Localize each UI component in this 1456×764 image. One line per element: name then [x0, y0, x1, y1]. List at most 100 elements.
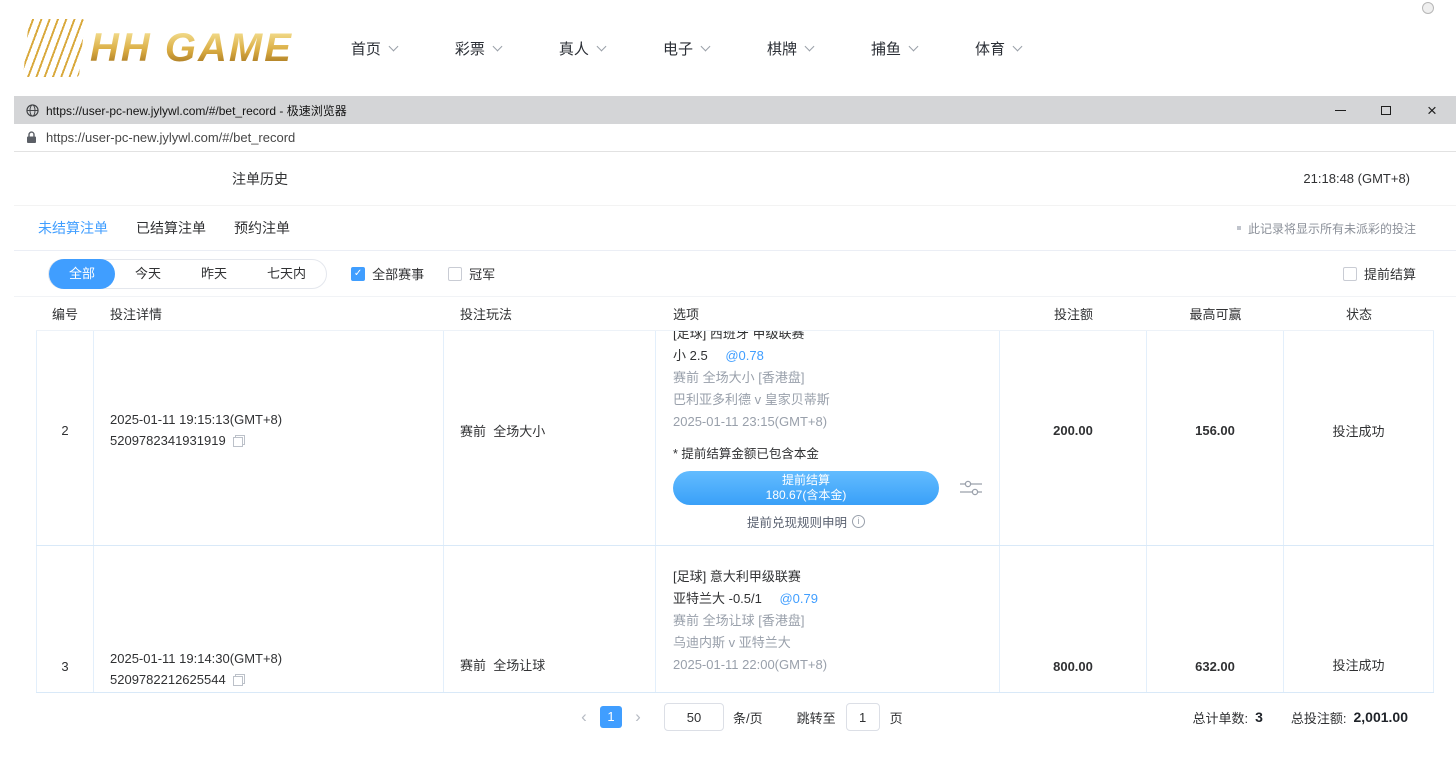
nav-item-cards[interactable]: 棋牌 [767, 38, 813, 59]
nav-item-fishing[interactable]: 捕鱼 [871, 38, 917, 59]
site-header: HH GAME 首页 彩票 真人 电子 棋牌 [0, 0, 1456, 96]
cell-option: [足球] 意大利甲级联赛 亚特兰大 -0.5/1 @0.79 赛前 全场让球 [… [656, 546, 1000, 692]
play-type: 赛前 全场大小 [460, 421, 655, 440]
filter-pill-today[interactable]: 今天 [115, 260, 181, 288]
next-page-button[interactable]: › [630, 707, 646, 727]
globe-icon [26, 104, 39, 117]
header-maxwin: 最高可赢 [1147, 304, 1284, 323]
nav-item-label: 体育 [975, 38, 1005, 59]
cashout-settings-icon[interactable] [959, 479, 983, 497]
address-url: https://user-pc-new.jylywl.com/#/bet_rec… [46, 130, 295, 145]
checkbox-label: 冠军 [469, 264, 495, 283]
info-icon: i [852, 515, 865, 528]
tab-reserved[interactable]: 预约注单 [234, 218, 290, 238]
status-badge: 投注成功 [1332, 655, 1384, 674]
filter-pill-all[interactable]: 全部 [49, 259, 115, 289]
cashout-button-title: 提前结算 [782, 473, 830, 488]
nav-item-label: 捕鱼 [871, 38, 901, 59]
close-button[interactable]: × [1424, 102, 1440, 118]
tab-unsettled[interactable]: 未结算注单 [38, 218, 108, 238]
page-unit-label: 页 [890, 708, 903, 727]
checkbox-label: 全部赛事 [372, 264, 424, 283]
cashout-button[interactable]: 提前结算 180.67(含本金) [673, 471, 939, 505]
nav-item-live[interactable]: 真人 [559, 38, 605, 59]
bet-no: 3 [61, 659, 68, 674]
early-settle-checkbox[interactable]: ✓ 提前结算 [1343, 264, 1416, 283]
option-market: 赛前 全场让球 [香港盘] [673, 610, 999, 632]
champion-checkbox[interactable]: ✓ 冠军 [448, 264, 495, 283]
table-row: 3 2025-01-11 19:14:30(GMT+8) 52097822126… [36, 546, 1434, 693]
nav-item-sports[interactable]: 体育 [975, 38, 1021, 59]
maximize-button[interactable] [1378, 102, 1394, 118]
option-pick: 小 2.5 [673, 348, 708, 363]
header-amount: 投注额 [1000, 304, 1147, 323]
checkbox-label: 提前结算 [1364, 264, 1416, 283]
cell-no: 2 [36, 331, 94, 545]
nav-item-slots[interactable]: 电子 [663, 38, 709, 59]
jump-page-input[interactable] [846, 703, 880, 731]
nav-item-lottery[interactable]: 彩票 [455, 38, 501, 59]
cell-detail: 2025-01-11 19:15:13(GMT+8) 5209782341931… [94, 331, 444, 545]
nav-item-label: 真人 [559, 38, 589, 59]
option-match-time: 2025-01-11 22:00(GMT+8) [673, 654, 999, 676]
option-league: [足球] 西班牙 甲级联赛 [673, 331, 999, 345]
option-block: [足球] 西班牙 甲级联赛 小 2.5 @0.78 赛前 全场大小 [香港盘] … [673, 331, 999, 545]
filter-pill-yesterday[interactable]: 昨天 [181, 260, 247, 288]
checkbox-unchecked-icon: ✓ [448, 267, 462, 281]
total-count-label: 总计单数: [1192, 708, 1248, 727]
chevron-down-icon [596, 41, 606, 51]
header-detail: 投注详情 [94, 304, 444, 323]
bet-id: 5209782212625544 [110, 672, 226, 687]
corner-badge-icon [1422, 2, 1434, 14]
per-page-unit: 条/页 [733, 708, 763, 727]
totals-summary: 总计单数: 3 总投注额: 2,001.00 [1192, 693, 1408, 741]
bet-amount: 200.00 [1053, 423, 1093, 438]
prev-page-button[interactable]: ‹ [576, 707, 592, 727]
play-type: 赛前 全场让球 [460, 655, 655, 674]
option-pick: 亚特兰大 -0.5/1 [673, 591, 762, 606]
cell-status: 投注成功 [1284, 331, 1434, 545]
screen: HH GAME 首页 彩票 真人 电子 棋牌 [0, 0, 1456, 764]
cell-amount: 200.00 [1000, 331, 1147, 545]
status-badge: 投注成功 [1332, 421, 1384, 440]
copy-icon[interactable] [233, 674, 245, 686]
cashout-note: * 提前结算金额已包含本金 [673, 445, 999, 463]
chevron-down-icon [492, 41, 502, 51]
filter-pill-7days[interactable]: 七天内 [247, 260, 326, 288]
nav-item-home[interactable]: 首页 [351, 38, 397, 59]
cell-maxwin: 632.00 [1147, 546, 1284, 692]
site-logo[interactable]: HH GAME [26, 19, 293, 77]
cashout-rule-link[interactable]: 提前兑现规则申明 i [673, 512, 939, 531]
logo-mark-icon [23, 19, 85, 77]
browser-title-bar[interactable]: https://user-pc-new.jylywl.com/#/bet_rec… [14, 96, 1456, 124]
all-events-checkbox[interactable]: ✓ 全部赛事 [351, 264, 424, 283]
option-odds: @0.79 [779, 591, 818, 606]
browser-address-bar[interactable]: https://user-pc-new.jylywl.com/#/bet_rec… [14, 124, 1456, 152]
page-head: 注单历史 21:18:48 (GMT+8) [14, 152, 1456, 206]
cashout-rule-text: 提前兑现规则申明 [747, 512, 847, 531]
header-status: 状态 [1284, 304, 1434, 323]
bet-id-row: 5209782212625544 [110, 672, 443, 687]
table-body: 2 2025-01-11 19:15:13(GMT+8) 52097823419… [36, 331, 1434, 693]
copy-icon[interactable] [233, 435, 245, 447]
header-no: 编号 [36, 304, 94, 323]
max-win: 632.00 [1195, 659, 1235, 674]
header-option: 选项 [656, 304, 1000, 323]
window-controls: × [1332, 102, 1444, 118]
window-title: https://user-pc-new.jylywl.com/#/bet_rec… [46, 102, 347, 119]
minimize-button[interactable] [1332, 102, 1348, 118]
tab-note: 此记录将显示所有未派彩的投注 [1237, 220, 1416, 237]
tab-settled[interactable]: 已结算注单 [136, 218, 206, 238]
page-number-active[interactable]: 1 [600, 706, 622, 728]
tabs-row: 未结算注单 已结算注单 预约注单 此记录将显示所有未派彩的投注 [14, 206, 1456, 251]
option-odds: @0.78 [725, 348, 764, 363]
nav-item-label: 电子 [663, 38, 693, 59]
cell-play: 赛前 全场让球 [444, 546, 656, 692]
pager-controls: ‹ 1 › 条/页 跳转至 页 [576, 703, 903, 731]
nav-item-label: 棋牌 [767, 38, 797, 59]
bet-record-page: 注单历史 21:18:48 (GMT+8) 未结算注单 已结算注单 预约注单 此… [14, 152, 1456, 764]
chevron-down-icon [909, 41, 919, 51]
per-page-input[interactable] [664, 703, 724, 731]
table-header: 编号 投注详情 投注玩法 选项 投注额 最高可赢 状态 [36, 297, 1434, 331]
checkbox-unchecked-icon: ✓ [1343, 267, 1357, 281]
